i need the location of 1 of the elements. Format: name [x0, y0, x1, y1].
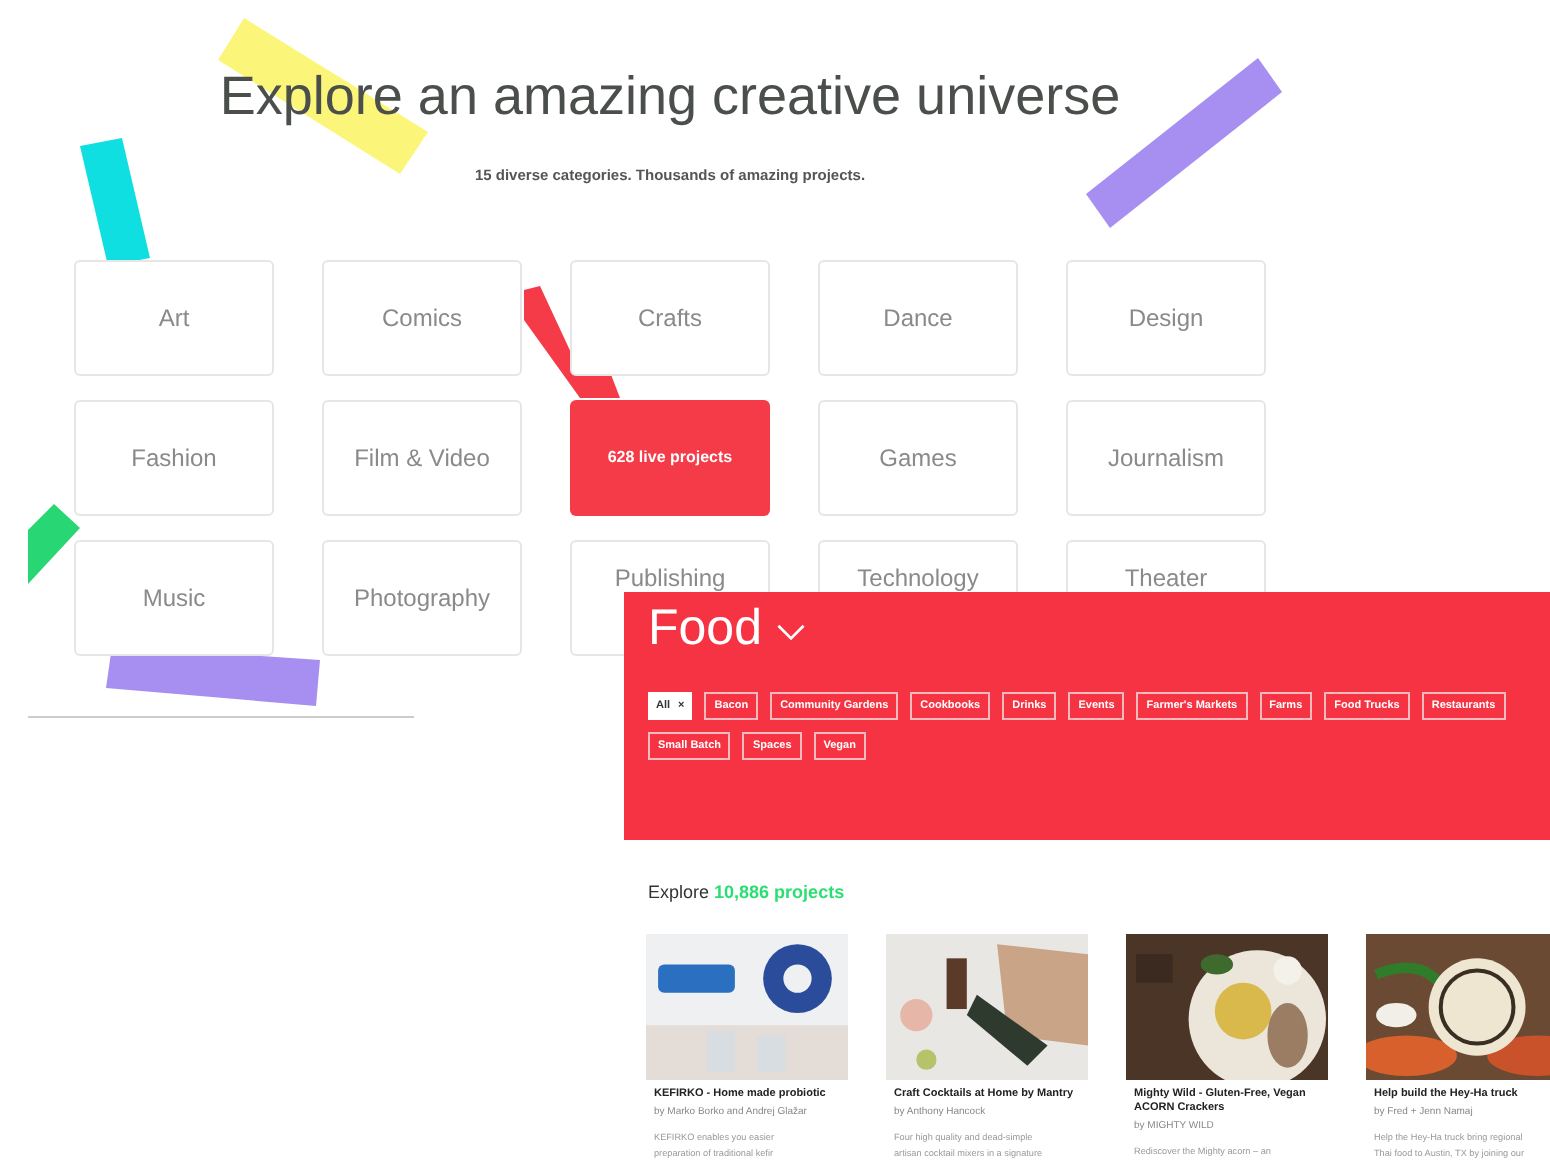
explore-heading: Explore 10,886 projects — [648, 880, 847, 906]
